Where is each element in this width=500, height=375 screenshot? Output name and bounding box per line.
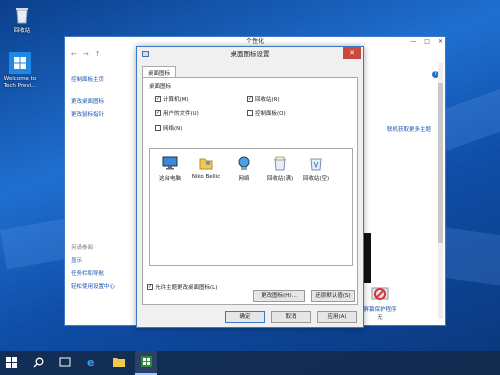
restore-default-button[interactable]: 还原默认值(S)	[311, 290, 355, 302]
sidebar-item-change-mouse-pointers[interactable]: 更改鼠标指针	[71, 110, 141, 118]
recycle-bin-icon	[11, 4, 33, 26]
sidebar: 控制面板主页 更改桌面图标 更改鼠标指针 另请参阅 显示 任务栏和导航 轻松使用…	[71, 75, 141, 295]
checkbox-box[interactable]	[247, 110, 253, 116]
scrollbar[interactable]	[438, 63, 443, 319]
sidebar-item-display[interactable]: 显示	[71, 256, 141, 264]
checkbox-box[interactable]: ✓	[155, 110, 161, 116]
checkbox-box[interactable]: ✓	[247, 96, 253, 102]
search-icon	[33, 357, 44, 370]
list-item-recycle-bin-full[interactable]: 回收站(满)	[264, 155, 296, 182]
dialog-close-button[interactable]: ✕	[343, 47, 361, 59]
list-item-this-pc[interactable]: 这台电脑	[154, 155, 186, 182]
minimize-icon[interactable]: —	[410, 37, 416, 47]
recycle-bin-empty-icon	[308, 155, 324, 171]
task-view-button[interactable]	[54, 351, 76, 375]
checkbox-allow-themes[interactable]: ✓ 允许主题更改桌面图标(L)	[147, 283, 217, 291]
maximize-icon[interactable]: □	[424, 37, 430, 47]
store-button[interactable]	[135, 351, 157, 375]
up-arrow-icon[interactable]: ↑	[95, 50, 101, 58]
cancel-button[interactable]: 取消	[271, 311, 311, 323]
file-explorer-button[interactable]	[108, 351, 130, 375]
checkbox-label: 回收站(R)	[255, 97, 280, 103]
checkbox-label: 控制面板(O)	[255, 111, 286, 117]
group-header: 桌面图标	[149, 84, 172, 90]
search-button[interactable]	[27, 351, 49, 375]
task-view-icon	[59, 357, 71, 369]
desktop-icon-recycle-bin[interactable]: 回收站	[2, 4, 42, 35]
file-explorer-icon	[113, 357, 125, 369]
checkbox-control-panel[interactable]: 控制面板(O)	[247, 109, 286, 117]
checkbox-label: 计算机(M)	[163, 97, 189, 103]
list-item-network[interactable]: 网络	[228, 155, 260, 182]
desktop-icon-label: Welcome to Tech Previ...	[3, 76, 37, 89]
tab-panel: 桌面图标 ✓ 计算机(M) ✓ 回收站(R) ✓ 用户的文件(U) 控制面板(O…	[142, 77, 358, 305]
change-icon-button[interactable]: 更改图标(H)...	[253, 290, 305, 302]
checkbox-user-files[interactable]: ✓ 用户的文件(U)	[155, 109, 199, 117]
sidebar-item-change-desktop-icons[interactable]: 更改桌面图标	[71, 97, 141, 105]
ie-icon: e	[86, 356, 98, 370]
svg-text:e: e	[87, 356, 94, 368]
icon-label: Niko Bellic	[191, 174, 221, 180]
icon-label: 回收站(空)	[302, 176, 330, 182]
start-icon	[5, 356, 17, 370]
ie-button[interactable]: e	[81, 351, 103, 375]
icon-label: 这台电脑	[158, 176, 181, 182]
checkbox-network[interactable]: 网络(N)	[155, 124, 182, 132]
recycle-bin-full-icon	[272, 155, 288, 171]
icon-label: 网络	[238, 176, 250, 182]
see-also-header: 另请参阅	[71, 245, 94, 251]
taskbar: e	[0, 351, 500, 375]
get-more-themes-link[interactable]: 联机获取更多主题	[387, 125, 431, 133]
sidebar-item-taskbar[interactable]: 任务栏和导航	[71, 269, 141, 277]
network-icon	[236, 155, 252, 171]
ok-button[interactable]: 确定	[225, 311, 265, 323]
desktop-icon-welcome[interactable]: Welcome to Tech Previ...	[0, 52, 40, 90]
list-item-user-folder[interactable]: Niko Bellic	[190, 155, 222, 180]
no-sign-icon	[371, 285, 389, 303]
dialog-titlebar[interactable]: 桌面图标设置 ✕	[137, 47, 363, 61]
checkbox-recycle-bin[interactable]: ✓ 回收站(R)	[247, 95, 280, 103]
checkbox-computer[interactable]: ✓ 计算机(M)	[155, 95, 189, 103]
dialog-title: 桌面图标设置	[230, 50, 270, 58]
dialog-app-icon	[142, 51, 149, 57]
checkbox-label: 允许主题更改桌面图标(L)	[155, 285, 218, 291]
back-arrow-icon[interactable]: ←	[71, 50, 77, 58]
desktop-icon-label: 回收站	[13, 28, 31, 34]
list-item-recycle-bin-empty[interactable]: 回收站(空)	[300, 155, 332, 182]
sidebar-item-control-panel-home[interactable]: 控制面板主页	[71, 75, 141, 83]
sidebar-item-ease-of-access[interactable]: 轻松使用设置中心	[71, 282, 141, 290]
checkbox-label: 用户的文件(U)	[163, 111, 199, 117]
icon-label: 回收站(满)	[266, 176, 294, 182]
forward-arrow-icon[interactable]: →	[83, 50, 89, 58]
checkbox-box[interactable]	[155, 125, 161, 131]
checkbox-box[interactable]: ✓	[147, 284, 153, 290]
store-icon	[140, 355, 152, 369]
user-folder-icon	[198, 155, 214, 171]
apply-button[interactable]: 应用(A)	[317, 311, 357, 323]
icon-list[interactable]: 这台电脑 Niko Bellic 网络 回收站(满) 回收站(空)	[149, 148, 353, 266]
windows-logo-icon	[9, 52, 31, 74]
window-title: 个性化	[245, 38, 264, 45]
close-icon[interactable]: ✕	[438, 37, 443, 47]
checkbox-label: 网络(N)	[163, 126, 183, 132]
desktop-icon-settings-dialog[interactable]: 桌面图标设置 ✕ 桌面图标 桌面图标 ✓ 计算机(M) ✓ 回收站(R) ✓ 用…	[136, 46, 364, 328]
checkbox-box[interactable]: ✓	[155, 96, 161, 102]
computer-icon	[162, 155, 178, 171]
start-button[interactable]	[0, 351, 22, 375]
scrollbar-thumb[interactable]	[438, 83, 443, 243]
